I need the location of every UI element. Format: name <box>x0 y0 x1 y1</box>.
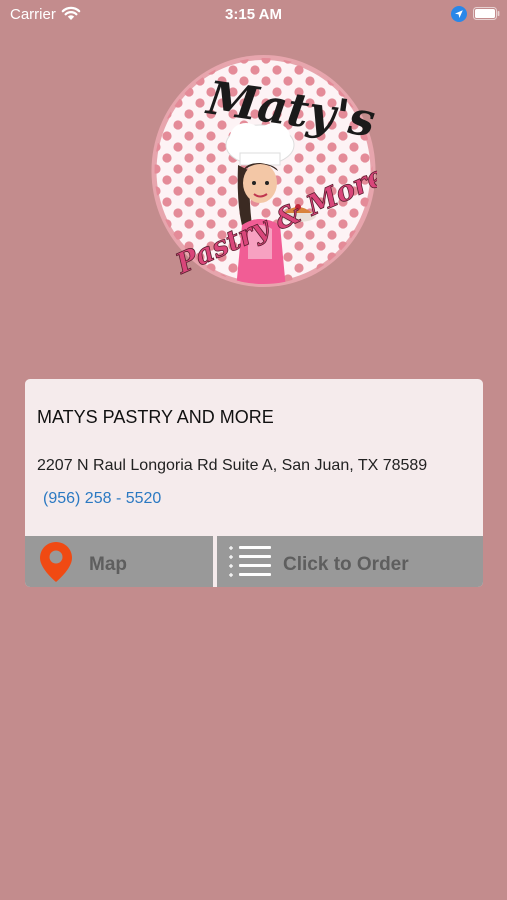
business-card: MATYS PASTRY AND MORE 2207 N Raul Longor… <box>25 379 483 587</box>
brand-logo: Maty's Pastry & More <box>150 53 390 289</box>
map-button[interactable]: Map <box>25 536 213 587</box>
clock: 3:15 AM <box>225 6 282 23</box>
business-address: 2207 N Raul Longoria Rd Suite A, San Jua… <box>37 457 428 474</box>
map-button-label: Map <box>89 554 127 575</box>
action-bar: Map Click to Order <box>25 536 483 587</box>
list-icon <box>229 546 271 577</box>
location-arrow-icon <box>451 6 467 22</box>
brand-logo-image: Maty's Pastry & More <box>151 55 390 287</box>
battery-icon <box>473 7 500 20</box>
map-pin-icon <box>40 542 72 582</box>
business-name: MATYS PASTRY AND MORE <box>37 407 274 427</box>
order-button[interactable]: Click to Order <box>217 536 483 587</box>
status-bar: Carrier 3:15 AM <box>0 0 507 28</box>
phone-link[interactable]: (956) 258 - 5520 <box>43 490 161 508</box>
order-button-label: Click to Order <box>283 554 409 575</box>
